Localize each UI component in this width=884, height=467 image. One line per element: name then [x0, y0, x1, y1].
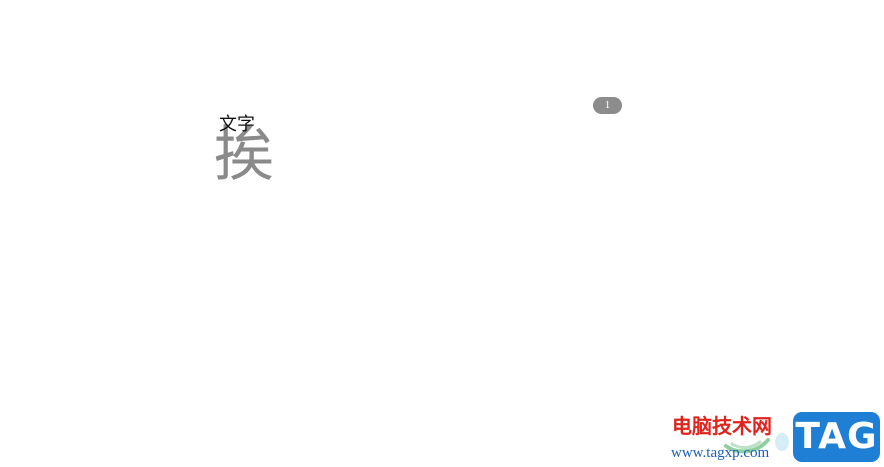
watermark-url: www.tagxp.com — [671, 445, 770, 461]
watermark-title: 电脑技术网 — [672, 414, 772, 438]
text-label[interactable]: 文字 — [219, 114, 255, 136]
site-watermark: 电脑技术网 www.tagxp.com TAG — [664, 410, 884, 467]
document-canvas: 挨 文字 1 电脑技术网 www.tagxp.com TAG — [0, 0, 884, 467]
page-number-badge: 1 — [593, 97, 622, 114]
tag-logo-badge: TAG — [793, 412, 880, 462]
